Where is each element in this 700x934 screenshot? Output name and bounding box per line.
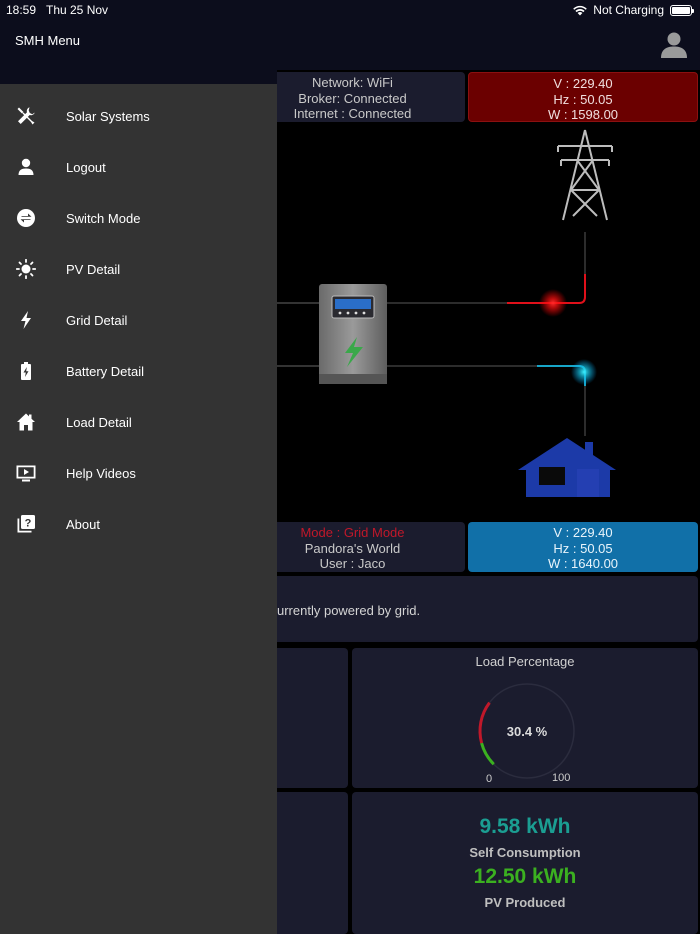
menu-item-label: Solar Systems: [66, 109, 150, 124]
house-icon: [518, 438, 616, 497]
inverter-icon: [319, 284, 387, 384]
pv-produced-label: PV Produced: [484, 895, 566, 910]
menu-item-label: Help Videos: [66, 466, 136, 481]
grid-power: W : 1598.00: [547, 107, 619, 122]
menu-item-switch-mode[interactable]: Switch Mode: [0, 193, 277, 244]
grid-voltage: V : 229.40: [553, 76, 613, 91]
video-icon: [16, 463, 36, 483]
pv-produced-value: 12.50 kWh: [473, 865, 577, 888]
menu-item-solar-systems[interactable]: Solar Systems: [0, 91, 277, 142]
gauge-value: 30.4 %: [507, 724, 548, 739]
load-flow-line: [387, 365, 586, 436]
menu-item-load-detail[interactable]: Load Detail: [0, 397, 277, 448]
help-icon: ?: [16, 514, 36, 534]
energy-summary-card[interactable]: 9.58 kWh Self Consumption 12.50 kWh PV P…: [352, 792, 698, 934]
user-avatar-icon[interactable]: [660, 30, 688, 58]
menu-item-pv-detail[interactable]: PV Detail: [0, 244, 277, 295]
person-icon: [16, 157, 36, 177]
gauge-min: 0: [486, 773, 493, 785]
svg-text:?: ?: [25, 518, 32, 530]
grid-frequency: Hz : 50.05: [553, 91, 613, 107]
status-message-panel: urrently powered by grid.: [240, 576, 698, 642]
load-readings-panel[interactable]: V : 229.40 Hz : 50.05 W : 1640.00: [468, 522, 698, 572]
status-indicators: Not Charging: [573, 3, 694, 17]
home-icon: [16, 412, 36, 432]
menu-item-logout[interactable]: Logout: [0, 142, 277, 193]
self-consumption-label: Self Consumption: [469, 845, 581, 860]
sun-icon: [16, 259, 36, 279]
status-bar: 18:59 Thu 25 Nov Not Charging: [0, 0, 700, 20]
menu-title: SMH Menu: [15, 33, 81, 48]
menu-item-label: Grid Detail: [66, 313, 128, 328]
energy-flow-diagram: [277, 129, 616, 497]
menu-item-label: PV Detail: [66, 262, 121, 277]
bolt-icon: [16, 310, 36, 330]
status-message: urrently powered by grid.: [277, 603, 421, 618]
gauge-title: Load Percentage: [475, 654, 575, 669]
self-consumption-value: 9.58 kWh: [479, 815, 571, 838]
load-frequency: Hz : 50.05: [553, 540, 613, 556]
load-flow-dot: [571, 359, 597, 385]
menu-item-about[interactable]: ? About: [0, 499, 277, 550]
switch-icon: [16, 208, 36, 228]
menu-item-label: Battery Detail: [66, 364, 145, 379]
menu-item-grid-detail[interactable]: Grid Detail: [0, 295, 277, 346]
menu-item-help-videos[interactable]: Help Videos: [0, 448, 277, 499]
battery-status-icon: [670, 4, 694, 16]
load-gauge: 30.4 %: [478, 683, 575, 779]
grid-readings-panel[interactable]: V : 229.40 Hz : 50.05 W : 1598.00: [468, 72, 698, 122]
status-date: Thu 25 Nov: [46, 3, 109, 17]
load-percentage-card[interactable]: Load Percentage 30.4 % 0 100: [352, 648, 698, 788]
load-voltage: V : 229.40: [553, 525, 613, 540]
side-menu: SMH Menu Solar Systems Logout Switch Mod…: [0, 0, 277, 934]
menu-item-label: About: [66, 517, 100, 532]
wifi-icon: [573, 5, 588, 15]
menu-item-label: Switch Mode: [66, 211, 141, 226]
charging-status: Not Charging: [593, 3, 664, 17]
status-time: 18:59: [6, 3, 37, 17]
grid-flow-dot: [539, 289, 567, 317]
menu-item-label: Logout: [66, 160, 106, 175]
battery-icon: [16, 361, 36, 381]
power-pylon-icon: [557, 129, 613, 221]
gauge-max: 100: [552, 772, 571, 784]
menu-list: Solar Systems Logout Switch Mode PV Deta…: [0, 91, 277, 550]
menu-item-label: Load Detail: [66, 415, 132, 430]
menu-item-battery-detail[interactable]: Battery Detail: [0, 346, 277, 397]
load-power: W : 1640.00: [547, 556, 619, 571]
tools-icon: [16, 106, 36, 126]
